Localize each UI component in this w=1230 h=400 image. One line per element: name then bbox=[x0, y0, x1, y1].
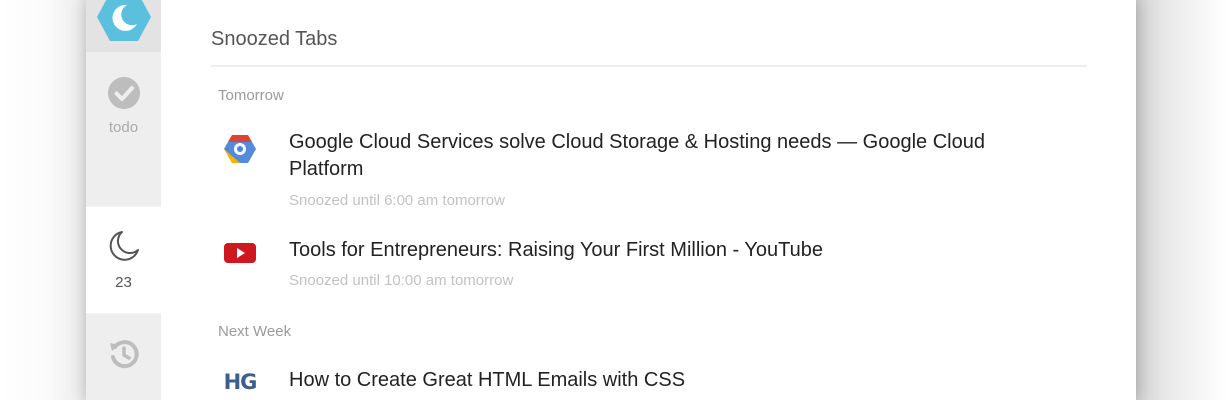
history-icon bbox=[107, 337, 141, 376]
sidebar-item-snoozed[interactable]: 23 bbox=[86, 207, 161, 313]
sidebar-item-history[interactable] bbox=[86, 313, 161, 400]
group-label-next-week: Next Week bbox=[218, 323, 292, 340]
snoozed-tabs-panel: Snoozed Tabs Tomorrow Google Cloud Servi… bbox=[211, 0, 1091, 400]
snooze-popup: todo 23 Snoozed Tabs Tomorrow Google Clo… bbox=[86, 0, 1136, 400]
snoozed-count: 23 bbox=[115, 274, 132, 291]
snoozed-tab-item[interactable]: Tools for Entrepreneurs: Raising Your Fi… bbox=[211, 236, 1071, 296]
check-circle-icon bbox=[107, 76, 141, 115]
sidebar-item-todo[interactable]: todo bbox=[86, 52, 161, 207]
snoozed-until-text: Snoozed until 6:00 am tomorrow bbox=[289, 192, 505, 209]
hg-icon: HG bbox=[223, 365, 258, 399]
tab-title: Google Cloud Services solve Cloud Storag… bbox=[289, 131, 985, 180]
background-right bbox=[1136, 0, 1230, 400]
snoozed-tab-item[interactable]: Google Cloud Services solve Cloud Storag… bbox=[211, 128, 1071, 218]
youtube-icon bbox=[223, 236, 257, 270]
tab-title: Tools for Entrepreneurs: Raising Your Fi… bbox=[289, 239, 823, 261]
sidebar-item-label: todo bbox=[108, 119, 139, 136]
google-cloud-icon bbox=[223, 132, 257, 166]
group-label-tomorrow: Tomorrow bbox=[218, 87, 284, 104]
moon-icon bbox=[107, 229, 141, 268]
snoozed-tab-item[interactable]: HG How to Create Great HTML Emails with … bbox=[211, 366, 1071, 400]
hg-icon-text: HG bbox=[223, 370, 258, 394]
sidebar-logo[interactable] bbox=[86, 0, 161, 52]
sidebar: todo 23 bbox=[86, 0, 161, 400]
snoozed-until-text: Snoozed until 10:00 am tomorrow bbox=[289, 272, 514, 289]
moon-hexagon-logo-icon bbox=[96, 0, 152, 50]
background-left bbox=[0, 0, 86, 400]
page-title: Snoozed Tabs bbox=[211, 28, 338, 50]
header-divider bbox=[211, 65, 1087, 67]
tab-title: How to Create Great HTML Emails with CSS bbox=[289, 369, 686, 391]
